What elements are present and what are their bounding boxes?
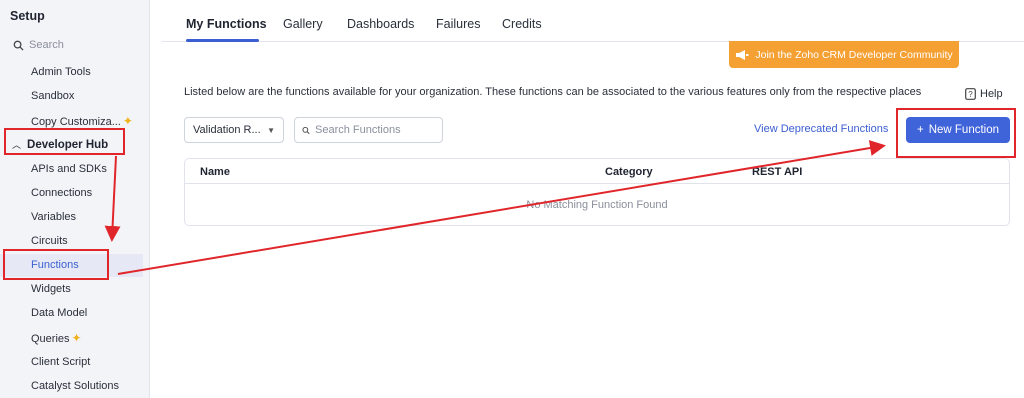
sidebar-section-developer-hub[interactable]: ︿ Developer Hub (12, 138, 108, 151)
tab-dashboards[interactable]: Dashboards (347, 17, 414, 31)
sidebar-item-catalyst-solutions[interactable]: Catalyst Solutions (31, 380, 119, 392)
sidebar-section-label: Developer Hub (27, 138, 109, 151)
sidebar-item-widgets[interactable]: Widgets (31, 283, 71, 295)
search-icon (302, 126, 310, 134)
dropdown-selected-value: Validation R... (193, 124, 261, 136)
sidebar-item-admin-tools[interactable]: Admin Tools (31, 66, 91, 78)
sidebar-item-sandbox[interactable]: Sandbox (31, 90, 74, 102)
function-search[interactable] (294, 117, 443, 143)
tab-gallery[interactable]: Gallery (283, 17, 323, 31)
caret-down-icon: ▼ (267, 125, 275, 135)
column-header-category[interactable]: Category (605, 166, 653, 178)
functions-page: My Functions Gallery Dashboards Failures… (162, 0, 1024, 398)
tab-bar: My Functions Gallery Dashboards Failures… (162, 0, 1024, 42)
megaphone-icon (736, 49, 749, 60)
sidebar-item-label: Copy Customiza... (31, 116, 121, 128)
tab-credits[interactable]: Credits (502, 17, 542, 31)
search-icon (13, 40, 24, 51)
sidebar-item-copy-customization[interactable]: Copy Customiza... ✦ (31, 114, 133, 128)
sidebar-item-label: Queries (31, 333, 70, 345)
column-header-rest-api[interactable]: REST API (752, 166, 802, 178)
new-function-label: New Function (928, 124, 1000, 136)
column-header-name[interactable]: Name (200, 166, 230, 178)
sidebar-item-functions[interactable]: Functions (31, 259, 79, 271)
sidebar-item-client-script[interactable]: Client Script (31, 356, 90, 368)
sidebar-item-data-model[interactable]: Data Model (31, 307, 87, 319)
help-label: Help (980, 88, 1003, 100)
sidebar-search-placeholder: Search (29, 39, 64, 51)
tab-my-functions[interactable]: My Functions (186, 17, 267, 31)
sidebar-item-variables[interactable]: Variables (31, 211, 76, 223)
sparkle-icon: ✦ (122, 114, 133, 128)
search-functions-input[interactable] (315, 124, 435, 136)
plus-icon: + (916, 124, 924, 136)
community-button-label: Join the Zoho CRM Developer Community (755, 48, 953, 61)
active-tab-indicator (186, 39, 259, 42)
page-description: Listed below are the functions available… (184, 86, 922, 98)
sidebar-item-apis-and-sdks[interactable]: APIs and SDKs (31, 163, 107, 175)
sidebar-item-connections[interactable]: Connections (31, 187, 92, 199)
table-header: Name Category REST API (185, 159, 1009, 184)
svg-text:?: ? (968, 90, 973, 99)
function-type-dropdown[interactable]: Validation R... ▼ (184, 117, 284, 143)
sidebar-item-circuits[interactable]: Circuits (31, 235, 68, 247)
chevron-up-icon: ︿ (12, 140, 22, 150)
setup-sidebar: Setup Search Admin Tools Sandbox Copy Cu… (0, 0, 150, 398)
functions-table: Name Category REST API No Matching Funct… (184, 158, 1010, 226)
new-function-button[interactable]: + New Function (906, 117, 1010, 143)
view-deprecated-functions-link[interactable]: View Deprecated Functions (754, 123, 888, 135)
sparkle-icon: ✦ (71, 331, 82, 345)
sidebar-item-queries[interactable]: Queries ✦ (31, 331, 82, 345)
help-icon: ? (965, 88, 976, 100)
sidebar-search[interactable]: Search (13, 39, 64, 51)
empty-state-message: No Matching Function Found (526, 199, 668, 211)
tab-failures[interactable]: Failures (436, 17, 480, 31)
sidebar-title: Setup (10, 9, 45, 23)
community-button[interactable]: Join the Zoho CRM Developer Community (729, 41, 959, 68)
help-link[interactable]: ? Help (965, 88, 1003, 100)
